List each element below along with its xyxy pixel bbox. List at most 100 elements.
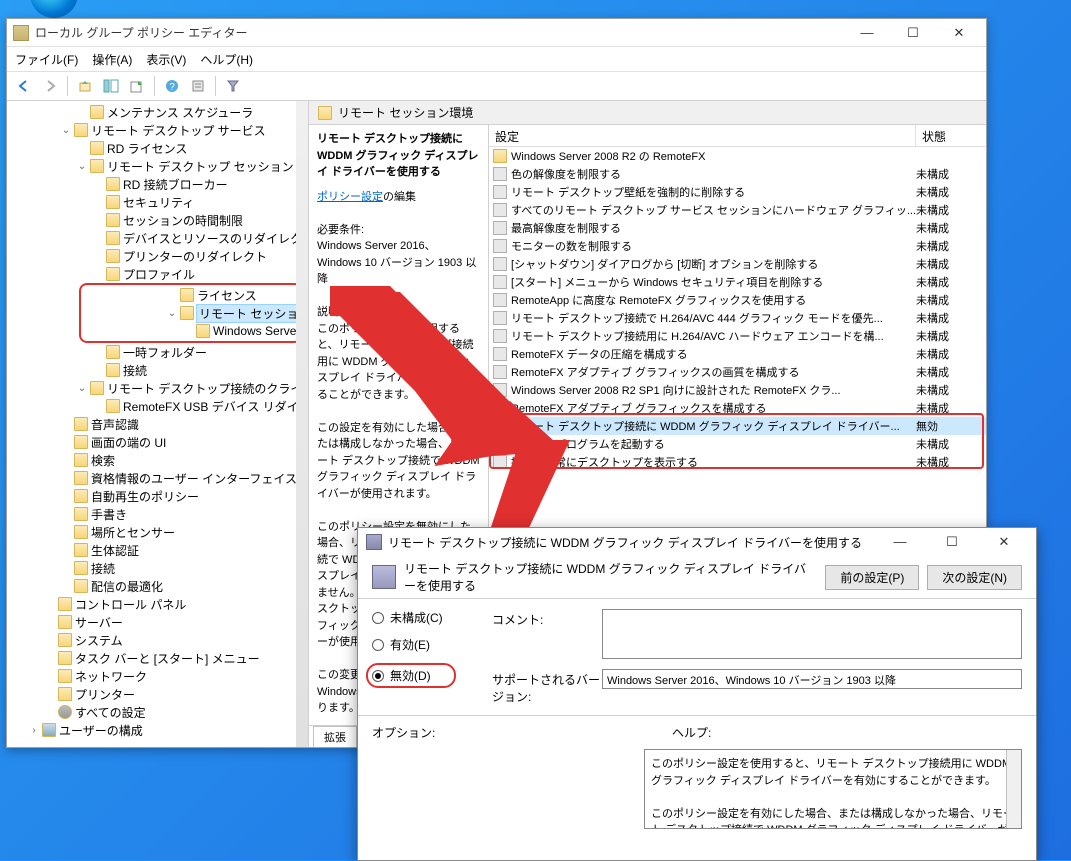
setting-row[interactable]: RemoteFX アダプティブ グラフィックスの画質を構成する未構成: [489, 363, 986, 381]
edit-policy-link[interactable]: ポリシー設定: [317, 191, 383, 203]
tree-item[interactable]: RD 接続ブローカー: [7, 175, 308, 193]
tree-item[interactable]: セキュリティ: [7, 193, 308, 211]
tree-item[interactable]: ⌄リモート デスクトップ セッション ホスト: [7, 157, 308, 175]
dlg-maximize-button[interactable]: ☐: [934, 534, 970, 550]
dialog-titlebar[interactable]: リモート デスクトップ接続に WDDM グラフィック ディスプレイ ドライバーを…: [358, 528, 1036, 556]
tree-item[interactable]: 配信の最適化: [7, 577, 308, 595]
tree-item[interactable]: 検索: [7, 451, 308, 469]
setting-icon: [493, 419, 507, 433]
tree-item[interactable]: プリンター: [7, 685, 308, 703]
tree-item[interactable]: タスク バーと [スタート] メニュー: [7, 649, 308, 667]
show-hide-tree-button[interactable]: [100, 75, 122, 97]
setting-row[interactable]: リモート デスクトップ接続用に H.264/AVC ハードウェア エンコードを構…: [489, 327, 986, 345]
col-setting[interactable]: 設定: [489, 125, 916, 146]
setting-icon: [493, 347, 507, 361]
properties-button[interactable]: [187, 75, 209, 97]
tree-item[interactable]: RD ライセンス: [7, 139, 308, 157]
setting-row[interactable]: Windows Server 2008 R2 の RemoteFX: [489, 147, 986, 165]
radio-disabled[interactable]: 無効(D): [372, 667, 450, 684]
back-button[interactable]: [13, 75, 35, 97]
comment-label: コメント:: [492, 609, 602, 659]
tree-item[interactable]: RemoteFX USB デバイス リダイ: [7, 397, 308, 415]
filter-button[interactable]: [222, 75, 244, 97]
window-title: ローカル グループ ポリシー エディター: [35, 24, 247, 41]
requirements-text: Windows Server 2016、Windows 10 バージョン 190…: [317, 238, 480, 288]
tree-item[interactable]: ⌄リモート セッション環境: [81, 304, 300, 322]
setting-row[interactable]: RemoteApp に高度な RemoteFX グラフィックスを使用する未構成: [489, 291, 986, 309]
tree-item[interactable]: プリンターのリダイレクト: [7, 247, 308, 265]
explain-p2: この設定を有効にした場合、または構成しなかった場合、リモート デスクトップ接続で…: [317, 420, 480, 503]
dlg-minimize-button[interactable]: —: [882, 534, 918, 550]
setting-row[interactable]: すべてのリモート デスクトップ サービス セッションにハードウェア グラフィッ.…: [489, 201, 986, 219]
minimize-button[interactable]: —: [852, 25, 882, 41]
tree-item[interactable]: すべての設定: [7, 703, 308, 721]
tree-item[interactable]: ライセンス: [81, 286, 300, 304]
tree-item[interactable]: セッションの時間制限: [7, 211, 308, 229]
tree-item[interactable]: ネットワーク: [7, 667, 308, 685]
export-button[interactable]: [126, 75, 148, 97]
setting-row[interactable]: [スタート] メニューから Windows セキュリティ項目を削除する未構成: [489, 273, 986, 291]
radio-not-configured[interactable]: 未構成(C): [372, 609, 472, 626]
menu-action[interactable]: 操作(A): [92, 51, 132, 68]
setting-row[interactable]: リモート デスクトップ接続で H.264/AVC 444 グラフィック モードを…: [489, 309, 986, 327]
menu-help[interactable]: ヘルプ(H): [200, 51, 253, 68]
tree-item[interactable]: システム: [7, 631, 308, 649]
setting-row[interactable]: [シャットダウン] ダイアログから [切断] オプションを削除する未構成: [489, 255, 986, 273]
setting-icon: [493, 455, 507, 469]
tree-item[interactable]: コントロール パネル: [7, 595, 308, 613]
tree-item[interactable]: 場所とセンサー: [7, 523, 308, 541]
tree-pane[interactable]: メンテナンス スケジューラ⌄リモート デスクトップ サービスRD ライセンス⌄リ…: [7, 101, 309, 747]
tree-item[interactable]: Windows Server 2008 R2: [81, 322, 300, 340]
maximize-button[interactable]: ☐: [898, 25, 928, 41]
tree-item[interactable]: ⌄リモート デスクトップ接続のクライアン: [7, 379, 308, 397]
tree-item[interactable]: 接続: [7, 559, 308, 577]
tree-item[interactable]: プロファイル: [7, 265, 308, 283]
menu-view[interactable]: 表示(V): [146, 51, 186, 68]
setting-row[interactable]: RemoteFX データの圧縮を構成する未構成: [489, 345, 986, 363]
setting-row[interactable]: 接続時にプログラムを起動する未構成: [489, 435, 986, 453]
dialog-title: リモート デスクトップ接続に WDDM グラフィック ディスプレイ ドライバーを…: [388, 534, 862, 551]
forward-button[interactable]: [39, 75, 61, 97]
col-state[interactable]: 状態: [916, 125, 986, 146]
tree-item[interactable]: 自動再生のポリシー: [7, 487, 308, 505]
setting-row[interactable]: 色の解像度を制限する未構成: [489, 165, 986, 183]
comment-textarea[interactable]: [602, 609, 1022, 659]
dlg-close-button[interactable]: ✕: [986, 534, 1022, 550]
close-button[interactable]: ✕: [944, 25, 974, 41]
tree-item[interactable]: 接続: [7, 361, 308, 379]
setting-row[interactable]: リモート デスクトップ壁紙を強制的に削除する未構成: [489, 183, 986, 201]
tree-item[interactable]: サーバー: [7, 613, 308, 631]
setting-row[interactable]: 接続時に常にデスクトップを表示する未構成: [489, 453, 986, 471]
explain-label: 説明:: [317, 304, 480, 321]
tree-item[interactable]: 資格情報のユーザー インターフェイス: [7, 469, 308, 487]
help-button[interactable]: ?: [161, 75, 183, 97]
folder-icon: [493, 149, 507, 163]
setting-icon: [493, 185, 507, 199]
options-label: オプション:: [372, 724, 632, 741]
help-text-box[interactable]: このポリシー設定を使用すると、リモート デスクトップ接続用に WDDM グラフィ…: [644, 749, 1022, 829]
next-setting-button[interactable]: 次の設定(N): [927, 565, 1022, 590]
tree-item[interactable]: ›ユーザーの構成: [7, 721, 308, 739]
setting-row[interactable]: リモート デスクトップ接続に WDDM グラフィック ディスプレイ ドライバー.…: [489, 417, 986, 435]
setting-icon: [493, 401, 507, 415]
prev-setting-button[interactable]: 前の設定(P): [825, 565, 919, 590]
setting-row[interactable]: RemoteFX アダプティブ グラフィックスを構成する未構成: [489, 399, 986, 417]
setting-row[interactable]: モニターの数を制限する未構成: [489, 237, 986, 255]
setting-row[interactable]: 最高解像度を制限する未構成: [489, 219, 986, 237]
tree-item[interactable]: 一時フォルダー: [7, 343, 308, 361]
menu-file[interactable]: ファイル(F): [15, 51, 78, 68]
setting-row[interactable]: Windows Server 2008 R2 SP1 向けに設計された Remo…: [489, 381, 986, 399]
tree-item[interactable]: 生体認証: [7, 541, 308, 559]
up-button[interactable]: [74, 75, 96, 97]
tree-item[interactable]: ⌄リモート デスクトップ サービス: [7, 121, 308, 139]
tab-extended[interactable]: 拡張: [313, 726, 357, 747]
tree-item[interactable]: 音声認識: [7, 415, 308, 433]
tree-item[interactable]: 画面の端の UI: [7, 433, 308, 451]
titlebar[interactable]: ローカル グループ ポリシー エディター — ☐ ✕: [7, 19, 986, 47]
folder-icon: [318, 106, 332, 120]
radio-enabled[interactable]: 有効(E): [372, 636, 472, 653]
app-icon: [13, 25, 29, 41]
tree-item[interactable]: メンテナンス スケジューラ: [7, 103, 308, 121]
tree-item[interactable]: 手書き: [7, 505, 308, 523]
tree-item[interactable]: デバイスとリソースのリダイレクト: [7, 229, 308, 247]
